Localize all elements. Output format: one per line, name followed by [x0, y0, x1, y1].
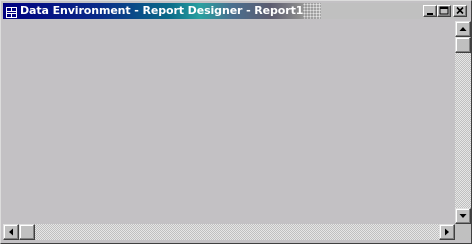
- report-design-area[interactable]: [3, 21, 455, 224]
- scroll-up-button[interactable]: [455, 21, 471, 37]
- size-grip[interactable]: [455, 224, 471, 240]
- report-designer-icon[interactable]: [6, 5, 17, 18]
- maximize-button[interactable]: [437, 5, 451, 17]
- scroll-left-button[interactable]: [3, 224, 19, 240]
- minimize-button[interactable]: [423, 5, 437, 17]
- title-bar[interactable]: Data Environment - Report Designer - Rep…: [3, 3, 469, 19]
- scroll-down-button[interactable]: [455, 208, 471, 224]
- report-designer-window: Data Environment - Report Designer - Rep…: [0, 0, 472, 244]
- horizontal-scroll-thumb[interactable]: [19, 224, 35, 240]
- horizontal-scrollbar[interactable]: [3, 224, 455, 240]
- close-button[interactable]: [453, 5, 467, 17]
- vertical-scrollbar[interactable]: [455, 21, 471, 224]
- title-bar-active-region: Data Environment - Report Designer - Rep…: [3, 3, 321, 19]
- window-title: Data Environment - Report Designer - Rep…: [20, 4, 304, 17]
- scroll-right-button[interactable]: [439, 224, 455, 240]
- vertical-scroll-thumb[interactable]: [455, 37, 471, 53]
